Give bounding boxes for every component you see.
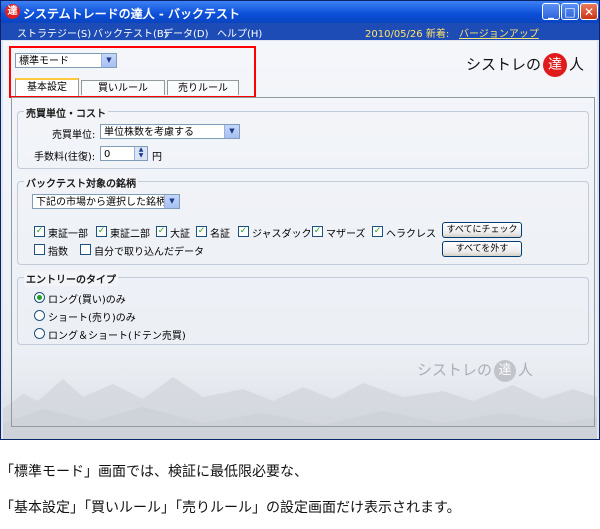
entry-type-group: エントリーのタイプ ロング(買い)のみ ショート(売り)のみ ロング＆ショート(… — [17, 271, 589, 345]
entry-option-label: ショート(売り)のみ — [48, 313, 136, 324]
entry-radio-long-short[interactable] — [34, 328, 45, 339]
market-label: 大証 — [170, 229, 190, 240]
main-content: 標準モード ▼ 基本設定 買いルール 売りルール シストレの達人 売買単位・コス… — [3, 41, 597, 439]
market-checkbox-jasdaq[interactable]: ✓ — [238, 226, 249, 237]
fee-input[interactable]: 0 ▲ ▼ — [100, 146, 148, 161]
entry-option-label: ロング＆ショート(ドテン売買) — [48, 331, 186, 342]
uncheck-all-button[interactable]: すべてを外す — [442, 241, 522, 257]
watermark-logo: シストレの達人 — [417, 359, 533, 382]
market-label: マザーズ — [326, 229, 366, 240]
group-title: 売買単位・コスト — [24, 105, 108, 120]
unit-select-value: 単位株数を考慮する — [104, 127, 194, 138]
market-checkbox-daisho[interactable]: ✓ — [156, 226, 167, 237]
menu-backtest[interactable]: バックテスト(B) — [93, 25, 168, 40]
watermark-text: シストレの — [417, 361, 493, 379]
app-window: 達 システムトレードの達人 - バックテスト _ □ ✕ ストラテジー(S) バ… — [0, 0, 600, 440]
market-label: 名証 — [210, 229, 230, 240]
group-title: バックテスト対象の銘柄 — [24, 175, 138, 190]
market-checkbox-tosho2[interactable]: ✓ — [96, 226, 107, 237]
unit-label: 売買単位: — [52, 130, 96, 141]
logo-mark: 達 — [543, 53, 568, 77]
news-date: 2010/05/26 新着: — [365, 29, 450, 40]
title-bar[interactable]: 達 システムトレードの達人 - バックテスト _ □ ✕ — [1, 1, 599, 23]
market-checkbox-tosho1[interactable]: ✓ — [34, 226, 45, 237]
maximize-button[interactable]: □ — [561, 3, 579, 20]
fee-label: 手数料(往復): — [34, 152, 96, 163]
market-label: 東証二部 — [110, 229, 150, 240]
market-checkbox-meisho[interactable]: ✓ — [196, 226, 207, 237]
watermark-mark: 達 — [494, 359, 517, 382]
highlight-box — [9, 46, 256, 98]
entry-radio-short[interactable] — [34, 310, 45, 321]
index-checkbox[interactable] — [34, 244, 45, 255]
menu-bar: ストラテジー(S) バックテスト(B) データ(D) ヘルプ(H) 2010/0… — [1, 23, 599, 51]
caption-line-2: 「基本設定」「買いルール」「売りルール」の設定画面だけ表示されます。 — [0, 500, 461, 516]
close-button[interactable]: ✕ — [580, 3, 598, 20]
spinner-icon[interactable]: ▲ ▼ — [134, 147, 147, 160]
watermark-text-suffix: 人 — [518, 361, 534, 379]
imported-data-label: 自分で取り込んだデータ — [94, 247, 204, 258]
imported-data-checkbox[interactable] — [80, 244, 91, 255]
group-title: エントリーのタイプ — [24, 271, 118, 286]
minimize-button[interactable]: _ — [542, 3, 560, 20]
logo-text: シストレの — [466, 55, 542, 74]
market-label: 東証一部 — [48, 229, 88, 240]
target-stocks-group: バックテスト対象の銘柄 下記の市場から選択した銘柄 ▼ ✓ 東証一部 ✓ 東証二… — [17, 175, 589, 265]
check-all-button[interactable]: すべてにチェック — [442, 222, 522, 238]
unit-cost-group: 売買単位・コスト 売買単位: 単位株数を考慮する ▼ 手数料(往復): 0 ▲ ▼… — [17, 105, 589, 169]
window-title: システムトレードの達人 - バックテスト — [23, 7, 240, 21]
market-checkbox-mothers[interactable]: ✓ — [312, 226, 323, 237]
logo-text-suffix: 人 — [569, 55, 585, 74]
market-checkbox-hercules[interactable]: ✓ — [372, 226, 383, 237]
market-label: ジャスダック — [252, 229, 312, 240]
market-label: ヘラクレス — [386, 229, 436, 240]
caption-line-1: 「標準モード」画面では、検証に最低限必要な、 — [0, 464, 308, 480]
menu-data[interactable]: データ(D) — [163, 25, 209, 40]
chevron-down-icon[interactable]: ▼ — [224, 125, 239, 138]
menu-help[interactable]: ヘルプ(H) — [217, 25, 262, 40]
index-label: 指数 — [48, 247, 68, 258]
stock-source-value: 下記の市場から選択した銘柄 — [36, 197, 166, 208]
unit-select[interactable]: 単位株数を考慮する ▼ — [100, 124, 240, 139]
brand-logo: シストレの達人 — [466, 53, 584, 77]
entry-radio-long[interactable] — [34, 292, 45, 303]
fee-value: 0 — [104, 149, 111, 160]
fee-unit: 円 — [152, 152, 162, 163]
entry-option-label: ロング(買い)のみ — [48, 295, 126, 306]
app-logo-icon: 達 — [5, 4, 20, 19]
menu-strategy[interactable]: ストラテジー(S) — [17, 25, 91, 40]
stock-source-select[interactable]: 下記の市場から選択した銘柄 ▼ — [32, 194, 180, 209]
chevron-down-icon[interactable]: ▼ — [164, 195, 179, 208]
